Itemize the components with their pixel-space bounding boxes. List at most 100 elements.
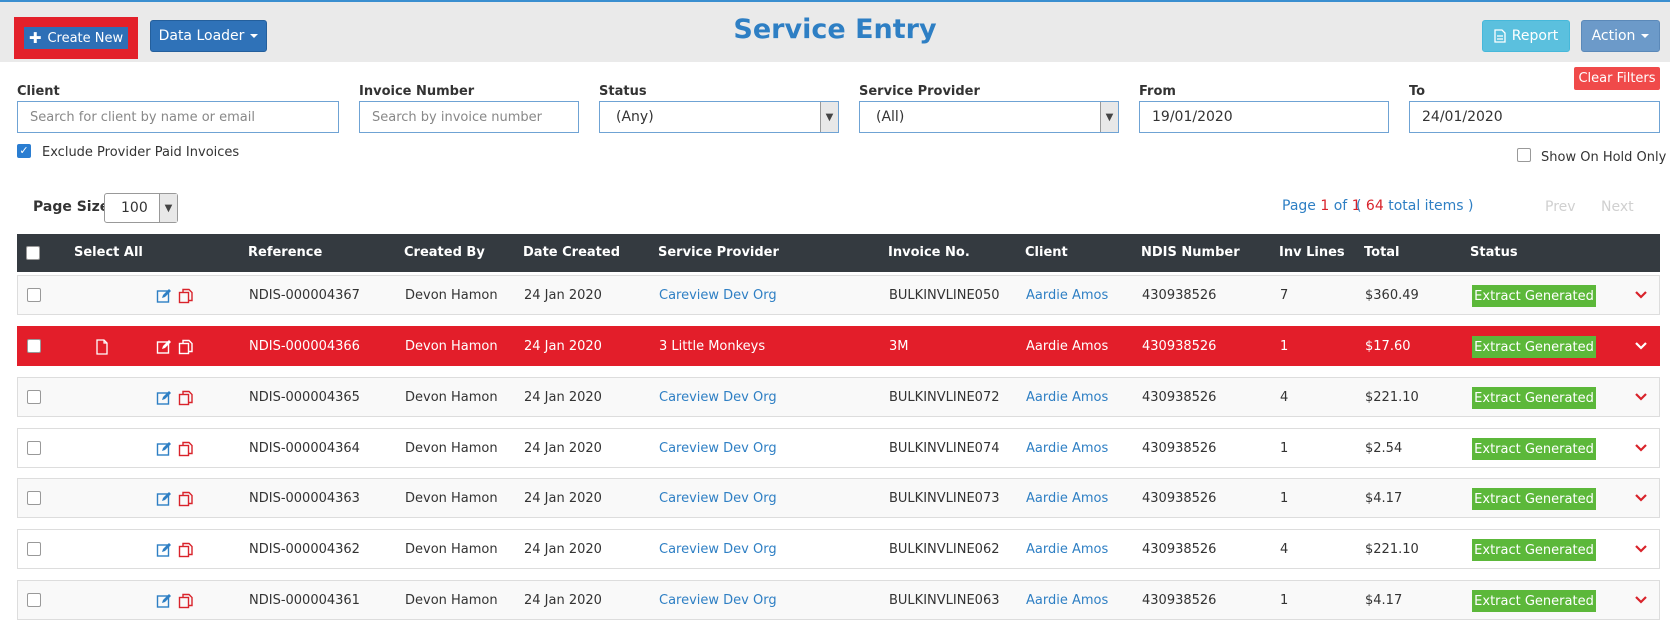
cell-date-created: 24 Jan 2020 [524,542,602,557]
cell-service-provider-link[interactable]: Careview Dev Org [659,288,777,303]
report-button[interactable]: Report [1482,20,1570,52]
page-of: of [1333,198,1348,214]
cell-service-provider-link[interactable]: 3 Little Monkeys [659,339,765,354]
top-bar: ✚ Create New Data Loader Service Entry R… [0,0,1670,62]
col-date-created[interactable]: Date Created [523,245,620,260]
cell-service-provider-link[interactable]: Careview Dev Org [659,593,777,608]
cell-total: $4.17 [1365,491,1403,506]
cell-reference: NDIS-000004366 [249,339,360,354]
exclude-paid-checkbox[interactable]: ✓ [17,144,31,158]
cell-ndis-number: 430938526 [1142,339,1217,354]
edit-icon[interactable] [156,593,172,609]
from-date-input[interactable]: 19/01/2020 [1139,101,1389,133]
select-all-checkbox[interactable] [26,246,40,260]
chevron-down-icon[interactable] [1634,339,1648,353]
cell-created-by: Devon Hamon [405,491,498,506]
chevron-down-icon[interactable] [1634,288,1648,302]
col-inv-lines[interactable]: Inv Lines [1279,245,1345,260]
copy-icon[interactable] [178,593,194,609]
cell-client-link[interactable]: Aardie Amos [1026,288,1108,303]
table-row[interactable]: NDIS-000004362 Devon Hamon 24 Jan 2020 Care… [17,529,1660,569]
report-label: Report [1511,28,1559,44]
row-checkbox[interactable] [27,593,41,607]
col-invoice-no[interactable]: Invoice No. [888,245,970,260]
invoice-number-input[interactable]: Search by invoice number [359,101,579,133]
file-icon [1494,29,1506,43]
client-search-input[interactable]: Search for client by name or email [17,101,339,133]
row-checkbox[interactable] [27,441,41,455]
cell-service-provider-link[interactable]: Careview Dev Org [659,390,777,405]
copy-icon[interactable] [178,542,194,558]
cell-client-link[interactable]: Aardie Amos [1026,441,1108,456]
cell-client-link[interactable]: Aardie Amos [1026,491,1108,506]
total-items: ( 64 total items ) [1356,198,1474,214]
chevron-down-icon[interactable] [1634,491,1648,505]
client-label: Client [17,84,60,99]
next-button[interactable]: Next [1601,199,1634,215]
col-reference[interactable]: Reference [248,245,322,260]
action-button[interactable]: Action [1581,20,1660,52]
chevron-down-icon[interactable] [1634,441,1648,455]
cell-service-provider-link[interactable]: Careview Dev Org [659,441,777,456]
col-created-by[interactable]: Created By [404,245,485,260]
to-date-input[interactable]: 24/01/2020 [1409,101,1660,133]
chevron-down-icon: ▼ [1100,102,1118,132]
copy-icon[interactable] [178,339,194,355]
table-row[interactable]: NDIS-000004367 Devon Hamon 24 Jan 2020 Care… [17,275,1660,315]
table-row[interactable]: NDIS-000004365 Devon Hamon 24 Jan 2020 Care… [17,377,1660,417]
total-prefix: ( [1356,198,1362,214]
service-provider-select[interactable]: (All) ▼ [859,101,1119,133]
col-service-provider[interactable]: Service Provider [658,245,779,260]
page-size-label: Page Size: [33,199,115,215]
cell-reference: NDIS-000004361 [249,593,360,608]
page-size-select[interactable]: 100 ▼ [104,193,178,223]
cell-service-provider-link[interactable]: Careview Dev Org [659,491,777,506]
cell-service-provider-link[interactable]: Careview Dev Org [659,542,777,557]
edit-icon[interactable] [156,491,172,507]
copy-icon[interactable] [178,491,194,507]
status-select[interactable]: (Any) ▼ [599,101,839,133]
row-checkbox[interactable] [27,390,41,404]
row-checkbox[interactable] [27,339,41,353]
clear-filters-button[interactable]: Clear Filters [1574,67,1660,90]
from-label: From [1139,84,1176,99]
action-label: Action [1591,28,1636,44]
edit-icon[interactable] [156,339,172,355]
status-badge: Extract Generated [1472,285,1596,307]
table-row[interactable]: NDIS-000004361 Devon Hamon 24 Jan 2020 Care… [17,580,1660,620]
table-row[interactable]: NDIS-000004366 Devon Hamon 24 Jan 2020 3 Li… [17,326,1660,366]
edit-icon[interactable] [156,542,172,558]
file-icon[interactable] [94,339,110,355]
row-checkbox[interactable] [27,288,41,302]
copy-icon[interactable] [178,288,194,304]
row-checkbox[interactable] [27,542,41,556]
page-size-value: 100 [121,200,148,216]
copy-icon[interactable] [178,390,194,406]
col-total[interactable]: Total [1364,245,1400,260]
cell-inv-lines: 7 [1280,288,1289,303]
total-suffix: total items ) [1388,198,1474,214]
prev-button[interactable]: Prev [1545,199,1576,215]
edit-icon[interactable] [156,288,172,304]
cell-client-link[interactable]: Aardie Amos [1026,593,1108,608]
table-header: Select All Reference Created By Date Cre… [17,234,1660,272]
table-row[interactable]: NDIS-000004363 Devon Hamon 24 Jan 2020 Care… [17,478,1660,518]
show-on-hold-checkbox[interactable] [1517,148,1531,162]
copy-icon[interactable] [178,441,194,457]
table-row[interactable]: NDIS-000004364 Devon Hamon 24 Jan 2020 Care… [17,428,1660,468]
col-ndis-number[interactable]: NDIS Number [1141,245,1240,260]
edit-icon[interactable] [156,441,172,457]
edit-icon[interactable] [156,390,172,406]
col-client[interactable]: Client [1025,245,1068,260]
chevron-down-icon[interactable] [1634,390,1648,404]
cell-client-link[interactable]: Aardie Amos [1026,390,1108,405]
col-status[interactable]: Status [1470,245,1518,260]
chevron-down-icon[interactable] [1634,593,1648,607]
cell-date-created: 24 Jan 2020 [524,390,602,405]
cell-created-by: Devon Hamon [405,542,498,557]
col-select-all[interactable]: Select All [74,245,143,260]
row-checkbox[interactable] [27,491,41,505]
chevron-down-icon[interactable] [1634,542,1648,556]
cell-client-link[interactable]: Aardie Amos [1026,339,1108,354]
cell-client-link[interactable]: Aardie Amos [1026,542,1108,557]
